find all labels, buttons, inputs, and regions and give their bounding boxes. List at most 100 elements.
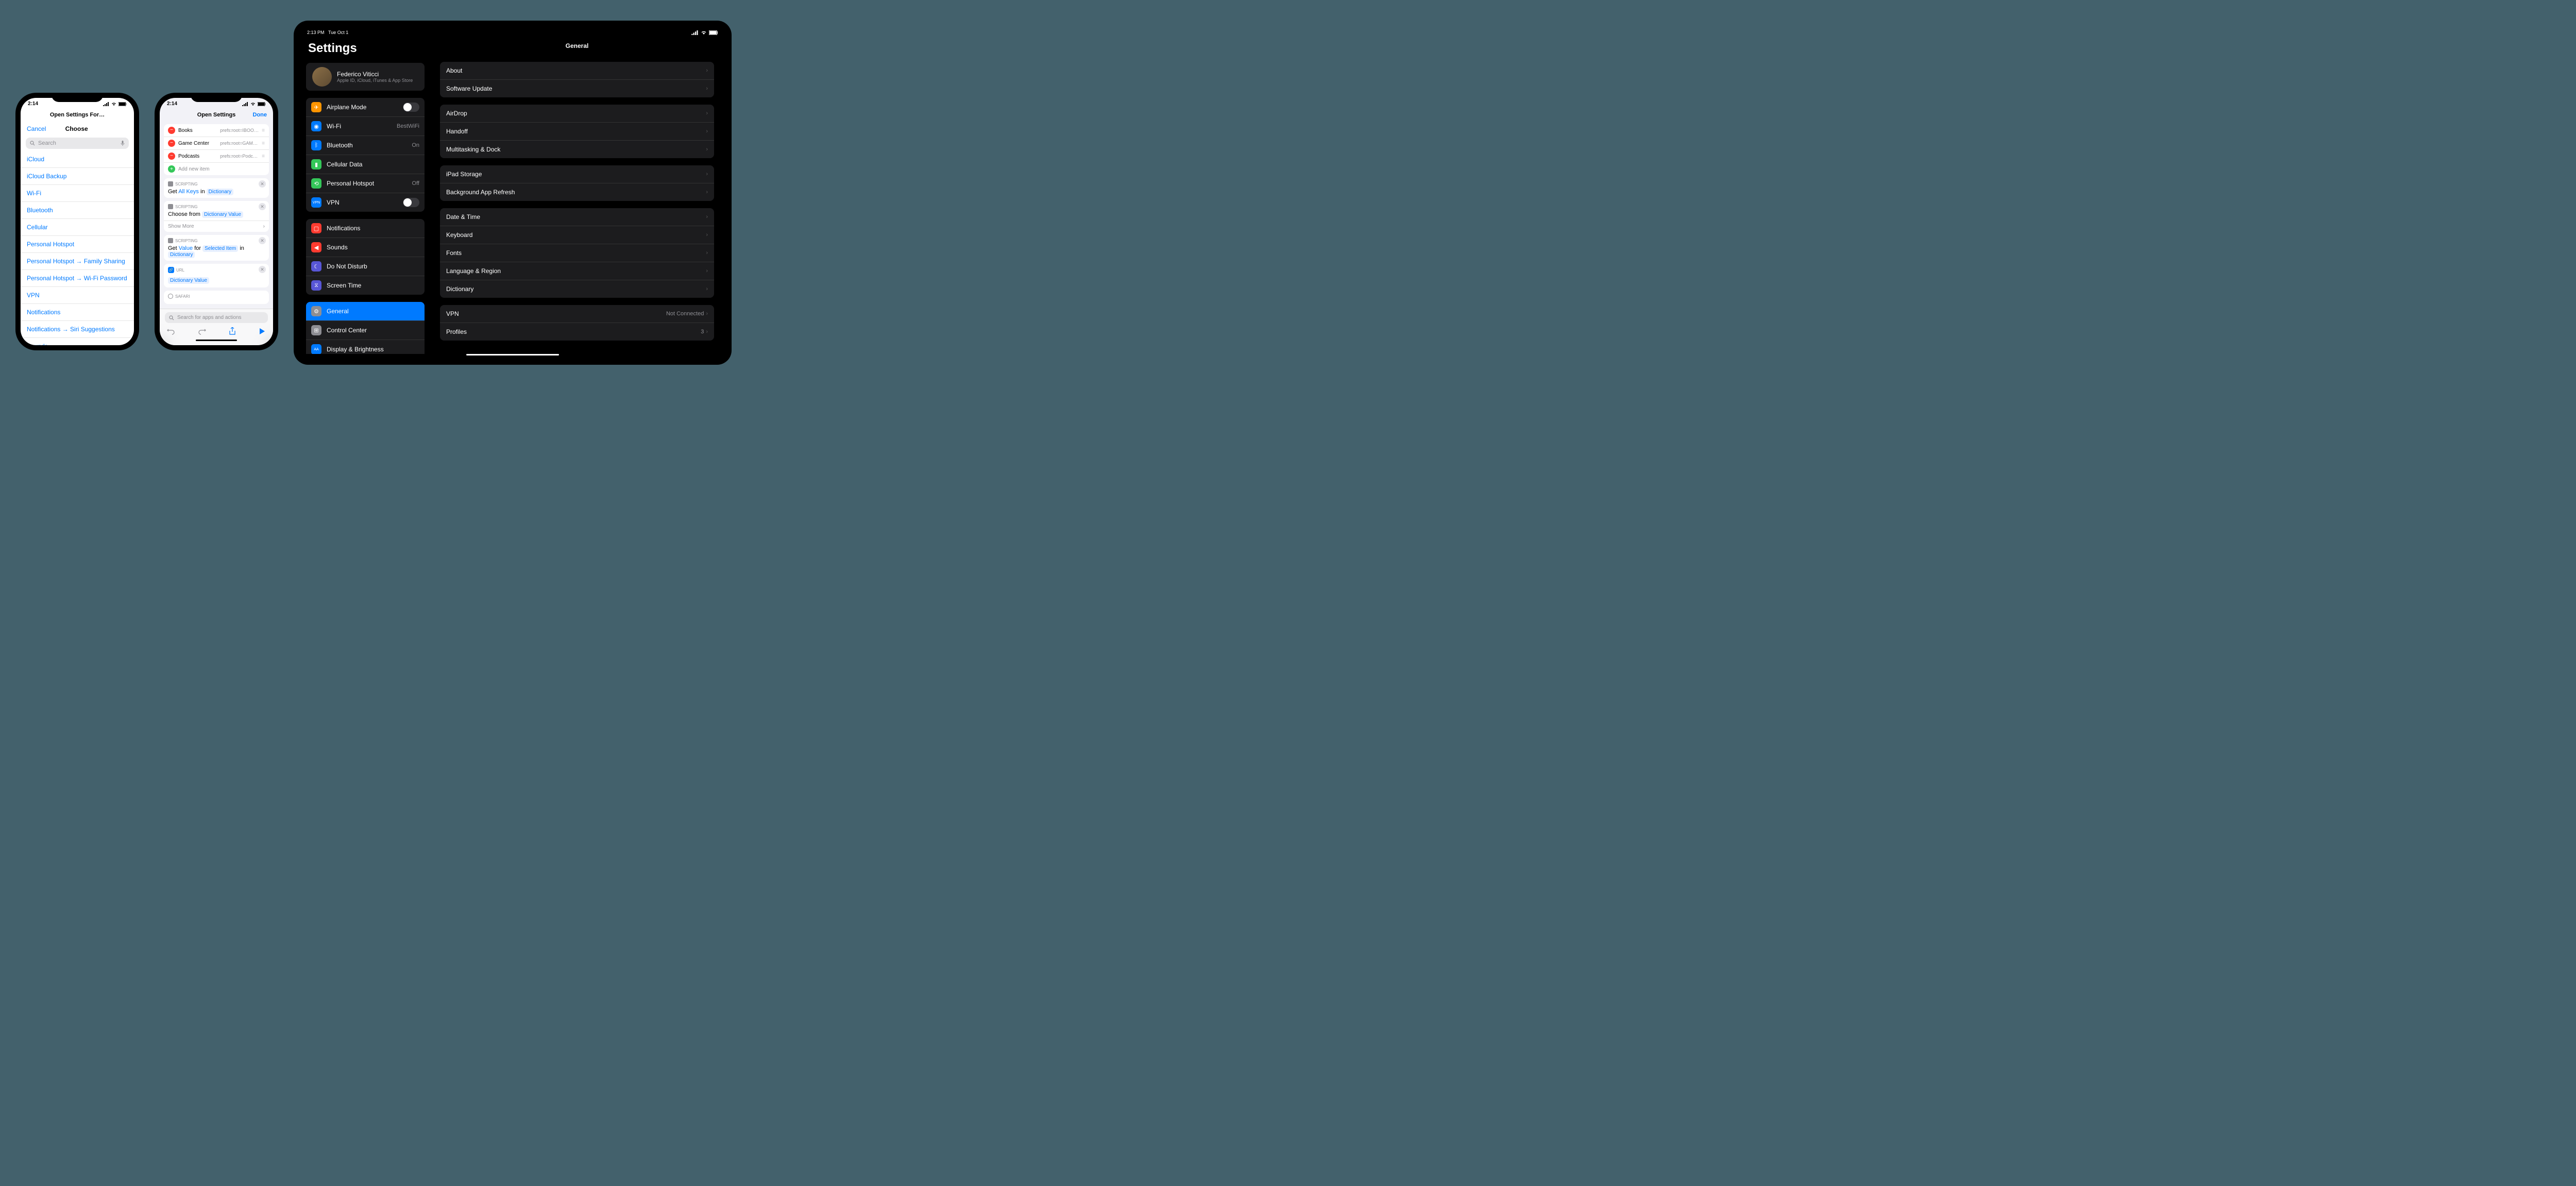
sidebar-item-screen-time[interactable]: ⧖Screen Time — [306, 276, 425, 295]
value-token[interactable]: Value — [179, 245, 193, 251]
sidebar-item-sounds[interactable]: ◀Sounds — [306, 238, 425, 257]
row-name: Podcasts — [178, 154, 217, 159]
account-row[interactable]: Federico Viticci Apple ID, iCloud, iTune… — [306, 63, 425, 91]
done-button[interactable]: Done — [253, 112, 267, 118]
detail-label: About — [446, 67, 462, 74]
detail-row-dictionary[interactable]: Dictionary› — [440, 280, 714, 298]
list-item[interactable]: Notifications → Siri Suggestions — [21, 321, 134, 338]
add-icon[interactable]: + — [168, 165, 175, 173]
detail-row-background-app-refresh[interactable]: Background App Refresh› — [440, 183, 714, 201]
chevron-right-icon: › — [706, 189, 708, 195]
undo-button[interactable] — [167, 328, 175, 335]
list-item[interactable]: Personal Hotspot → Family Sharing — [21, 253, 134, 270]
detail-row-multitasking-dock[interactable]: Multitasking & Dock› — [440, 141, 714, 158]
row-label: VPN — [327, 199, 340, 206]
drag-icon[interactable]: ≡ — [262, 154, 265, 159]
detail-row-about[interactable]: About› — [440, 62, 714, 80]
add-label: Add new item — [178, 166, 265, 172]
cancel-button[interactable]: Cancel — [27, 125, 46, 132]
mic-icon[interactable] — [121, 141, 125, 146]
list-item[interactable]: VPN — [21, 287, 134, 304]
close-icon[interactable]: ✕ — [259, 237, 266, 244]
dictionary-token[interactable]: Dictionary — [168, 251, 195, 258]
close-icon[interactable]: ✕ — [259, 266, 266, 273]
row-label: General — [327, 308, 349, 315]
detail-row-vpn[interactable]: VPNNot Connected› — [440, 305, 714, 323]
list-item[interactable]: Cellular — [21, 219, 134, 236]
detail-row-airdrop[interactable]: AirDrop› — [440, 105, 714, 123]
selected-item-token[interactable]: Selected Item — [202, 245, 238, 252]
sidebar-item-cellular-data[interactable]: ▮Cellular Data — [306, 155, 425, 174]
sidebar-item-bluetooth[interactable]: ᛒBluetoothOn — [306, 136, 425, 155]
list-item[interactable]: Personal Hotspot — [21, 236, 134, 253]
sidebar-item-control-center[interactable]: ⊞Control Center — [306, 321, 425, 340]
detail-row-keyboard[interactable]: Keyboard› — [440, 226, 714, 244]
drag-icon[interactable]: ≡ — [262, 141, 265, 146]
show-more-button[interactable]: Show More› — [164, 221, 269, 232]
dictionary-value-token[interactable]: Dictionary Value — [202, 211, 243, 218]
action-choose-from[interactable]: ✕ SCRIPTING Choose from Dictionary Value… — [164, 201, 269, 232]
list-item[interactable]: Wi-Fi — [21, 185, 134, 202]
share-button[interactable] — [229, 327, 236, 335]
delete-icon[interactable]: − — [168, 153, 175, 160]
chevron-right-icon: › — [706, 329, 708, 335]
dictionary-row[interactable]: −Booksprefs:root=IBOOKS≡ — [164, 124, 269, 137]
list-item[interactable]: Sounds — [21, 338, 134, 345]
detail-row-fonts[interactable]: Fonts› — [440, 244, 714, 262]
delete-icon[interactable]: − — [168, 140, 175, 147]
dictionary-token[interactable]: Dictionary — [207, 189, 233, 195]
redo-button[interactable] — [198, 328, 206, 335]
action-url[interactable]: ✕ 🔗URL Dictionary Value — [164, 264, 269, 287]
choose-title: Choose — [65, 125, 88, 132]
action-search-input[interactable]: Search for apps and actions — [165, 312, 268, 323]
vpn-icon: VPN — [311, 197, 321, 208]
list-item[interactable]: iCloud — [21, 151, 134, 168]
home-indicator[interactable] — [196, 340, 237, 341]
close-icon[interactable]: ✕ — [259, 203, 266, 210]
action-get-value[interactable]: ✕ SCRIPTING Get Value for Selected Item … — [164, 235, 269, 261]
sidebar-item-display-brightness[interactable]: AADisplay & Brightness — [306, 340, 425, 354]
toggle[interactable] — [403, 103, 419, 112]
delete-icon[interactable]: − — [168, 127, 175, 134]
detail-row-software-update[interactable]: Software Update› — [440, 80, 714, 97]
search-icon — [30, 141, 35, 146]
play-button[interactable] — [259, 328, 266, 335]
detail-label: VPN — [446, 310, 459, 317]
signal-icon — [242, 102, 248, 106]
sidebar-item-wi-fi[interactable]: ◉Wi-FiBestWiFi — [306, 117, 425, 136]
list-item[interactable]: Personal Hotspot → Wi-Fi Password — [21, 270, 134, 287]
action-safari[interactable]: SAFARI — [164, 291, 269, 304]
toggle[interactable] — [403, 198, 419, 207]
scripting-icon — [168, 238, 173, 243]
action-get-keys[interactable]: ✕ SCRIPTING Get All Keys in Dictionary — [164, 178, 269, 198]
sidebar-item-airplane-mode[interactable]: ✈Airplane Mode — [306, 98, 425, 117]
dictionary-row[interactable]: −Game Centerprefs:root=GAMECEN…≡ — [164, 137, 269, 150]
bt-icon: ᛒ — [311, 140, 321, 150]
home-indicator[interactable] — [466, 354, 559, 355]
add-item-row[interactable]: +Add new item — [164, 163, 269, 175]
sidebar-item-notifications[interactable]: ▢Notifications — [306, 219, 425, 238]
close-icon[interactable]: ✕ — [259, 180, 266, 188]
detail-row-language-region[interactable]: Language & Region› — [440, 262, 714, 280]
sidebar-item-general[interactable]: ⚙General — [306, 302, 425, 321]
list-item[interactable]: Notifications — [21, 304, 134, 321]
detail-row-ipad-storage[interactable]: iPad Storage› — [440, 165, 714, 183]
list-item[interactable]: iCloud Backup — [21, 168, 134, 185]
sidebar-item-do-not-disturb[interactable]: ☾Do Not Disturb — [306, 257, 425, 276]
detail-title: General — [430, 37, 724, 55]
dictionary-value-token[interactable]: Dictionary Value — [168, 277, 209, 284]
detail-row-date-time[interactable]: Date & Time› — [440, 208, 714, 226]
search-input[interactable]: Search — [26, 138, 129, 149]
settings-title: Settings — [301, 37, 430, 60]
notch — [52, 93, 103, 102]
sidebar-item-personal-hotspot[interactable]: ⟲Personal HotspotOff — [306, 174, 425, 193]
detail-row-handoff[interactable]: Handoff› — [440, 123, 714, 141]
dictionary-row[interactable]: −Podcastsprefs:root=Podcasts≡ — [164, 150, 269, 163]
all-keys-token[interactable]: All Keys — [178, 189, 199, 195]
list-item[interactable]: Bluetooth — [21, 202, 134, 219]
chevron-right-icon: › — [706, 214, 708, 220]
status-time: 2:14 — [28, 101, 38, 107]
drag-icon[interactable]: ≡ — [262, 128, 265, 133]
detail-row-profiles[interactable]: Profiles3› — [440, 323, 714, 341]
sidebar-item-vpn[interactable]: VPN VPN — [306, 193, 425, 212]
